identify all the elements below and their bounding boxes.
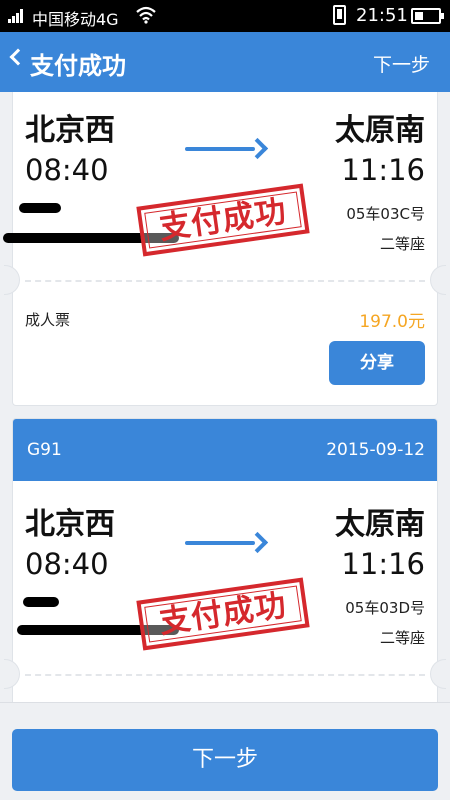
arrival-station: 太原南 xyxy=(335,113,425,148)
arrival-time: 11:16 xyxy=(341,153,425,187)
share-button[interactable]: 分享 xyxy=(329,341,425,385)
ticket-notch xyxy=(430,265,446,295)
perforation-line xyxy=(25,280,425,282)
title-bar: 支付成功 下一步 xyxy=(0,32,450,92)
arrow-right-icon xyxy=(185,535,267,551)
ticket-card: 北京西 太原南 08:40 11:16 05车03C号 二等座 支付成功 成人票… xyxy=(3,92,446,406)
seat-class: 二等座 xyxy=(379,235,425,253)
arrival-time: 11:16 xyxy=(341,547,425,581)
redaction-mark xyxy=(23,597,59,607)
next-step-button[interactable]: 下一步 xyxy=(12,729,438,791)
ticket-notch xyxy=(4,659,20,689)
ticket-notch xyxy=(430,659,446,689)
ticket-type: 成人票 xyxy=(25,311,71,329)
ticket-card: G91 2015-09-12 北京西 太原南 08:40 11:16 05车03… xyxy=(4,418,446,702)
bottom-bar: 下一步 xyxy=(0,702,450,800)
next-step-link[interactable]: 下一步 xyxy=(373,50,430,77)
redaction-mark xyxy=(19,203,61,213)
arrival-station: 太原南 xyxy=(335,507,425,542)
departure-time: 08:40 xyxy=(25,547,109,581)
seat-class: 二等座 xyxy=(379,629,425,647)
seat-number: 05车03D号 xyxy=(345,599,425,617)
status-time: 21:51 xyxy=(356,5,408,26)
ticket-notch xyxy=(4,265,20,295)
vibrate-icon xyxy=(333,5,346,25)
arrow-right-icon xyxy=(185,141,267,157)
ticket-header: G91 2015-09-12 xyxy=(13,419,437,481)
train-number: G91 xyxy=(27,440,62,460)
wifi-icon xyxy=(136,6,156,24)
travel-date: 2015-09-12 xyxy=(326,440,425,460)
ticket-list[interactable]: 北京西 太原南 08:40 11:16 05车03C号 二等座 支付成功 成人票… xyxy=(0,92,450,702)
departure-station: 北京西 xyxy=(25,113,115,148)
seat-number: 05车03C号 xyxy=(346,205,425,223)
perforation-line xyxy=(25,674,425,676)
signal-icon xyxy=(8,9,26,23)
battery-icon xyxy=(411,8,444,24)
payment-success-stamp: 支付成功 xyxy=(136,183,310,257)
payment-success-stamp: 支付成功 xyxy=(136,577,310,651)
status-bar: 中国移动4G 21:51 xyxy=(0,0,450,32)
departure-time: 08:40 xyxy=(25,153,109,187)
departure-station: 北京西 xyxy=(25,507,115,542)
chevron-left-icon[interactable] xyxy=(9,48,27,66)
carrier-label: 中国移动4G xyxy=(32,10,119,29)
ticket-price: 197.0元 xyxy=(359,312,425,332)
page-title: 支付成功 xyxy=(30,52,126,80)
